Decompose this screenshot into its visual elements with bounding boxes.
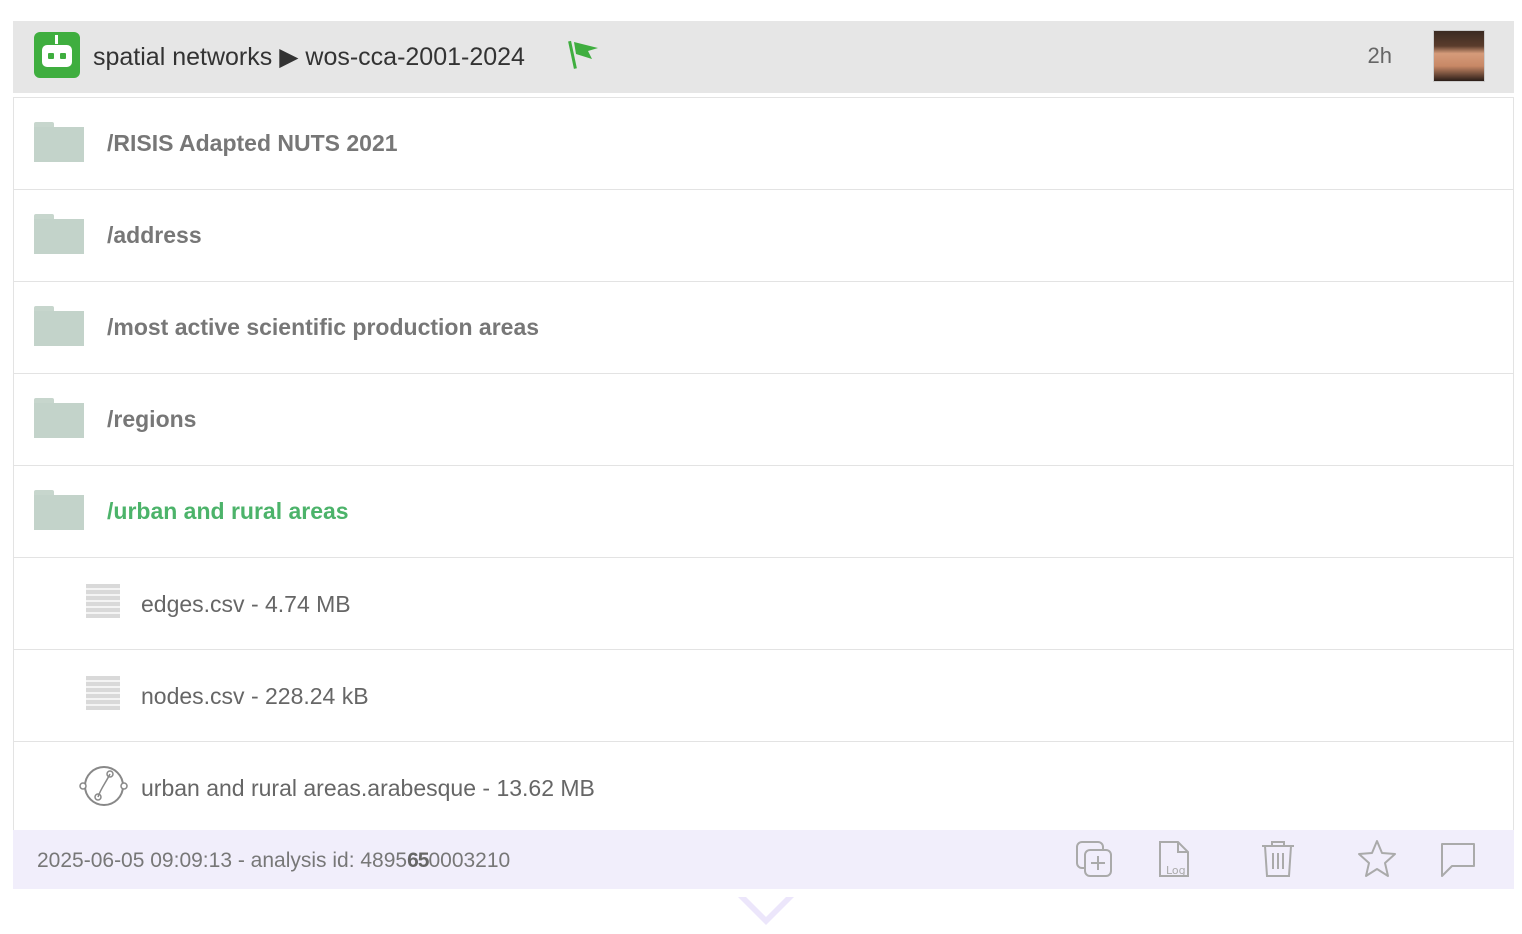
svg-text:Log: Log [1166, 864, 1186, 877]
flag-icon[interactable] [568, 39, 604, 71]
csv-file-icon [86, 584, 120, 618]
trash-icon[interactable] [1258, 838, 1298, 880]
csv-file-icon [86, 676, 120, 710]
folder-icon [34, 214, 84, 254]
file-label[interactable]: nodes.csv - 228.24 kB [141, 683, 369, 710]
analysis-name[interactable]: wos-cca-2001-2024 [305, 43, 525, 71]
comment-icon[interactable] [1438, 838, 1478, 880]
file-row[interactable]: urban and rural areas.arabesque - 13.62 … [14, 742, 1513, 830]
folder-row-active[interactable]: /urban and rural areas [14, 466, 1513, 558]
file-label[interactable]: urban and rural areas.arabesque - 13.62 … [141, 775, 595, 802]
analysis-id-suffix: 0003210 [428, 849, 511, 872]
folder-icon [34, 122, 84, 162]
folder-row[interactable]: /RISIS Adapted NUTS 2021 [14, 98, 1513, 190]
folder-label[interactable]: /address [107, 222, 202, 249]
folder-label[interactable]: /most active scientific production areas [107, 314, 539, 341]
folder-row[interactable]: /most active scientific production areas [14, 282, 1513, 374]
duplicate-icon[interactable] [1075, 838, 1115, 880]
network-graph-icon [79, 766, 128, 806]
folder-row[interactable]: /regions [14, 374, 1513, 466]
analysis-id-highlight: 65 [407, 849, 429, 872]
folder-label[interactable]: /regions [107, 406, 196, 433]
elapsed-time: 2h [1367, 43, 1392, 68]
analysis-title[interactable]: spatial networks ▶ wos-cca-2001-2024 [93, 42, 525, 72]
project-name[interactable]: spatial networks [93, 43, 272, 71]
file-tree: /RISIS Adapted NUTS 2021 /address /most … [13, 97, 1514, 830]
analysis-date-id: 2025-06-05 09:09:13 - analysis id: 4895 [37, 849, 408, 872]
analysis-footer: 2025-06-05 09:09:13 - analysis id: 48956… [13, 830, 1514, 889]
folder-label[interactable]: /RISIS Adapted NUTS 2021 [107, 130, 398, 157]
folder-icon [34, 306, 84, 346]
folder-icon [34, 398, 84, 438]
folder-icon [34, 490, 84, 530]
analysis-metadata: 2025-06-05 09:09:13 - analysis id: 48956… [37, 849, 510, 873]
folder-label[interactable]: /urban and rural areas [107, 498, 349, 525]
folder-row[interactable]: /address [14, 190, 1513, 282]
star-icon[interactable] [1357, 838, 1397, 880]
chevron-down-icon[interactable] [736, 895, 796, 927]
avatar[interactable] [1433, 30, 1485, 82]
analysis-card: spatial networks ▶ wos-cca-2001-2024 2h … [13, 21, 1514, 889]
analysis-header[interactable]: spatial networks ▶ wos-cca-2001-2024 2h [13, 21, 1514, 93]
breadcrumb-separator: ▶ [279, 43, 299, 71]
file-row[interactable]: nodes.csv - 228.24 kB [14, 650, 1513, 742]
file-row[interactable]: edges.csv - 4.74 MB [14, 558, 1513, 650]
file-label[interactable]: edges.csv - 4.74 MB [141, 591, 351, 618]
robot-icon [34, 32, 80, 78]
log-file-icon[interactable]: Log [1156, 838, 1196, 880]
